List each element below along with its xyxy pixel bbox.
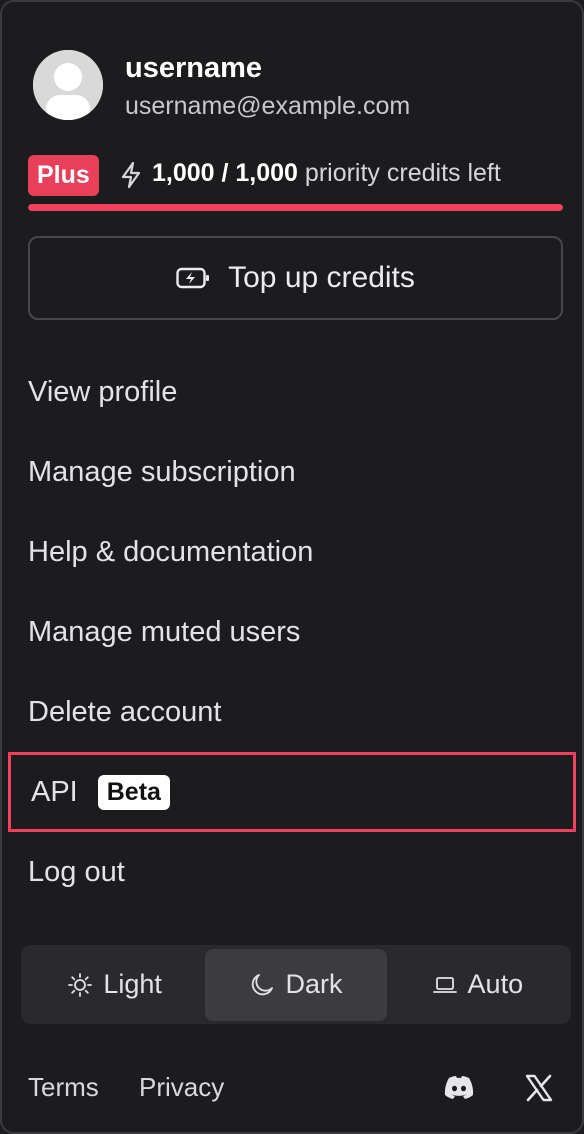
theme-switcher: Light Dark Auto	[21, 945, 571, 1024]
theme-option-dark[interactable]: Dark	[205, 948, 387, 1021]
menu-item-label: Manage subscription	[28, 455, 296, 488]
top-up-credits-label: Top up credits	[228, 261, 415, 294]
credits-progress-bar	[28, 204, 563, 211]
x-icon[interactable]	[525, 1074, 553, 1102]
terms-link[interactable]: Terms	[28, 1072, 99, 1103]
privacy-link[interactable]: Privacy	[139, 1072, 224, 1103]
menu-item-manage-muted-users[interactable]: Manage muted users	[28, 592, 568, 672]
credits-amount: 1,000 / 1,000	[152, 159, 298, 187]
menu-item-label: View profile	[28, 375, 178, 408]
menu-item-log-out[interactable]: Log out	[28, 832, 568, 912]
account-menu-list: View profile Manage subscription Help & …	[8, 352, 576, 912]
theme-option-auto[interactable]: Auto	[387, 949, 568, 1021]
lightning-bolt-icon	[121, 161, 141, 189]
user-email: username@example.com	[125, 92, 411, 120]
credits-text: 1,000 / 1,000 priority credits left	[152, 159, 501, 188]
menu-item-label: Log out	[28, 855, 125, 888]
username: username	[125, 52, 263, 84]
user-avatar-icon	[33, 50, 103, 120]
moon-icon	[252, 973, 274, 995]
plan-badge: Plus	[28, 155, 99, 196]
sun-icon	[68, 972, 93, 997]
discord-icon[interactable]	[442, 1074, 476, 1102]
menu-item-label: Manage muted users	[28, 615, 301, 648]
user-header: username username@example.com	[33, 50, 553, 122]
credits-row: Plus 1,000 / 1,000 priority credits left	[28, 155, 564, 197]
menu-item-delete-account[interactable]: Delete account	[28, 672, 568, 752]
menu-item-view-profile[interactable]: View profile	[28, 352, 568, 432]
battery-charging-icon	[176, 267, 210, 289]
footer: Terms Privacy	[28, 1068, 558, 1112]
credits-progress-fill	[28, 204, 563, 211]
theme-auto-label: Auto	[467, 969, 524, 999]
menu-item-label: API	[31, 775, 78, 808]
laptop-icon	[432, 976, 457, 993]
theme-light-label: Light	[103, 969, 162, 999]
account-menu-panel: username username@example.com Plus 1,000…	[0, 0, 584, 1134]
menu-item-label: Help & documentation	[28, 535, 314, 568]
menu-item-label: Delete account	[28, 695, 222, 728]
credits-suffix: priority credits left	[304, 159, 501, 187]
top-up-credits-button[interactable]: Top up credits	[28, 236, 563, 320]
menu-item-api[interactable]: API Beta	[8, 752, 576, 832]
theme-dark-label: Dark	[285, 969, 343, 999]
menu-item-help-documentation[interactable]: Help & documentation	[28, 512, 568, 592]
menu-item-manage-subscription[interactable]: Manage subscription	[28, 432, 568, 512]
theme-option-light[interactable]: Light	[24, 949, 205, 1021]
beta-badge: Beta	[97, 774, 170, 810]
